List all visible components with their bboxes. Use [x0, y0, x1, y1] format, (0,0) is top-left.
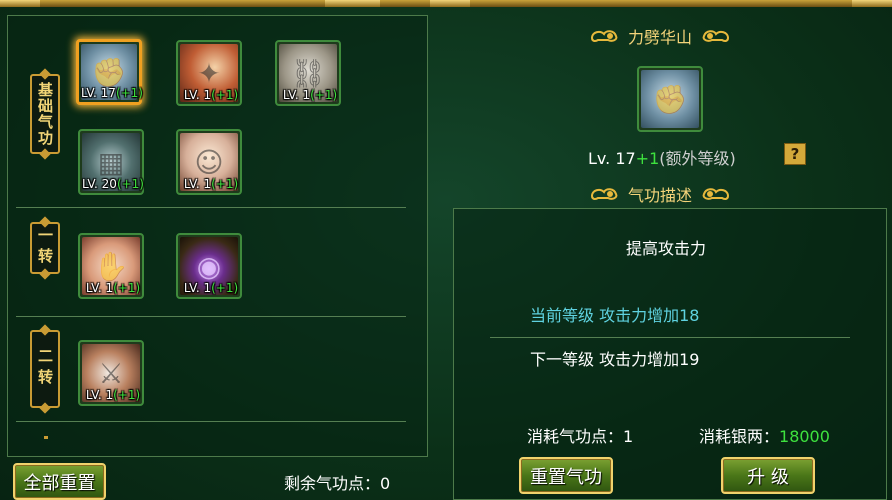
cost-points: 消耗气功点：1 [527, 427, 634, 446]
description-divider [490, 337, 850, 338]
help-label: ? [790, 145, 800, 163]
section-tag-basic: 基础气功 [30, 74, 60, 154]
remaining-points: 剩余气功点：0 [284, 474, 391, 493]
skill-bonus: (+1) [211, 177, 239, 191]
skill-level: LV. 17 [81, 86, 116, 100]
skill-slot-fist-chain[interactable]: ✊ LV. 17(+1) [76, 39, 143, 105]
frame-ornament-left [0, 0, 40, 7]
current-level-effect: 当前等级 攻击力增加18 [530, 306, 700, 325]
cloud-ornament-icon [590, 186, 620, 202]
description-main: 提高攻击力 [626, 239, 707, 258]
description-title: 气功描述 [628, 186, 693, 205]
top-frame-strip [0, 0, 892, 7]
next-level-effect: 下一等级 攻击力增加19 [530, 350, 700, 369]
skill-slot-swordsman[interactable]: ☺ LV. 1(+1) [176, 129, 242, 195]
cloud-ornament-icon [590, 28, 620, 44]
level-bonus: +1 [635, 149, 660, 168]
skill-bonus: (+1) [211, 88, 239, 102]
skill-slot-blade[interactable]: ⚔ LV. 1(+1) [78, 340, 144, 406]
section-tag-first-rebirth: 一转 [30, 222, 60, 274]
selected-skill-level: Lv. 17+1(额外等级) [588, 145, 736, 169]
skill-level: LV. 20 [82, 177, 117, 191]
description-title-row: 气功描述 [590, 182, 730, 206]
level-text: Lv. 17 [588, 149, 636, 168]
skill-level: LV. 1 [183, 281, 212, 295]
skill-title-row: 力劈华山 [590, 24, 730, 48]
reset-skill-label: 重置气功 [530, 466, 602, 488]
skill-level: LV. 1 [85, 388, 114, 402]
section-divider [16, 421, 406, 422]
skill-slot-palm[interactable]: ✋ LV. 1(+1) [78, 233, 144, 299]
skill-level: LV. 1 [183, 177, 212, 191]
skill-level: LV. 1 [183, 88, 212, 102]
section-divider [16, 316, 406, 317]
upgrade-label: 升 级 [747, 466, 789, 488]
reset-all-button[interactable]: 全部重置 [13, 463, 106, 500]
section-tag-second-rebirth: 二转 [30, 330, 60, 408]
cost-silver-value: 18000 [779, 427, 830, 446]
section-divider [16, 207, 406, 208]
upgrade-button[interactable]: 升 级 [721, 457, 815, 494]
frame-ornament-center-left [325, 0, 380, 7]
section-label: 一转 [36, 227, 54, 269]
skill-bonus: (+1) [310, 88, 338, 102]
skill-name: 力劈华山 [628, 28, 693, 47]
skill-bonus: (+1) [113, 388, 141, 402]
scroll-indicator [44, 436, 48, 439]
skill-bonus: (+1) [115, 86, 143, 100]
section-label: 二转 [36, 348, 54, 390]
cloud-ornament-icon [700, 186, 730, 202]
help-icon[interactable]: ? [784, 143, 806, 165]
frame-ornament-right [852, 0, 892, 7]
cost-silver-label: 消耗银两： [699, 427, 780, 446]
skill-slot-claw-strike[interactable]: ✦ LV. 1(+1) [176, 40, 242, 106]
skill-level: LV. 1 [282, 88, 311, 102]
cloud-ornament-icon [700, 28, 730, 44]
fist-chain-icon: ✊ [641, 70, 699, 128]
reset-all-label: 全部重置 [23, 472, 96, 494]
selected-skill-portrait: ✊ [637, 66, 703, 132]
skill-bonus: (+1) [113, 281, 141, 295]
skill-bonus: (+1) [211, 281, 239, 295]
cost-silver: 消耗银两：18000 [699, 423, 830, 447]
skill-bonus: (+1) [116, 177, 144, 191]
skill-slot-purple-orb[interactable]: ◉ LV. 1(+1) [176, 233, 242, 299]
level-note: (额外等级) [659, 149, 736, 168]
skill-slot-chain-whip[interactable]: ⛓ LV. 1(+1) [275, 40, 341, 106]
section-label: 基础气功 [36, 82, 54, 146]
skill-level: LV. 1 [85, 281, 114, 295]
reset-skill-button[interactable]: 重置气功 [519, 457, 613, 494]
frame-ornament-center-right [430, 0, 470, 7]
skill-slot-armor[interactable]: ▦ LV. 20(+1) [78, 129, 144, 195]
